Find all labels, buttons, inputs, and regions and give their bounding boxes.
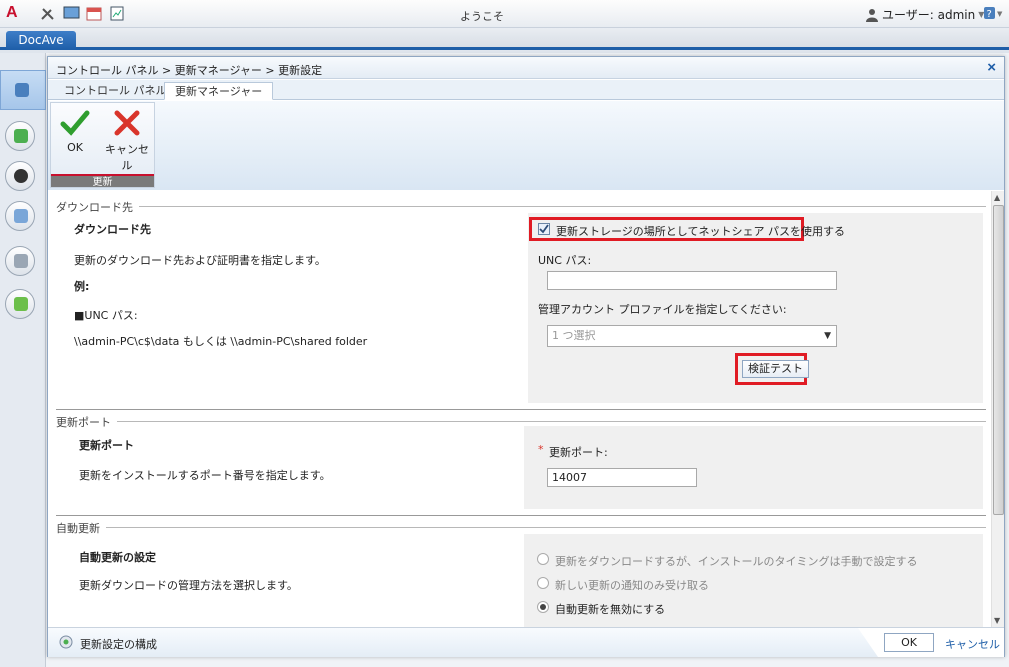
report-icon[interactable] [109,6,126,21]
account-profile-select[interactable]: 1 つ選択 ▼ [547,325,837,347]
auto-title: 自動更新の設定 [79,551,156,564]
ribbon-group-label: 更新 [51,174,154,188]
required-mark: * [538,443,544,456]
settings-content: ダウンロード先 ダウンロード先 更新のダウンロード先および証明書を指定します。 … [48,191,991,627]
help-icon[interactable]: ? ▼ [983,6,1003,20]
plus-icon [14,297,28,311]
toolbar-icons [40,6,126,21]
cancel-link[interactable]: キャンセル [945,636,1000,652]
section-auto-update: 自動更新 [56,515,986,536]
radio-disable-auto-label: 自動更新を無効にする [555,603,666,616]
download-description: 更新のダウンロード先および証明書を指定します。 [74,254,326,267]
footer-status-text: 更新設定の構成 [80,638,157,651]
app-tab-strip: DocAve [0,28,1009,50]
shield-icon [14,129,28,143]
nav-item-add[interactable] [5,289,35,319]
document-icon [14,254,28,268]
unc-example-path: \\admin-PC\c$\data もしくは \\admin-PC\share… [74,335,368,348]
port-title: 更新ポート [79,439,134,452]
chevron-down-icon: ▼ [824,331,831,341]
nav-item-users[interactable] [5,161,35,191]
port-input[interactable]: 14007 [547,468,697,487]
cross-icon [114,110,140,136]
left-nav [0,53,46,667]
use-share-checkbox[interactable] [538,223,550,235]
ribbon-tabs: コントロール パネル 更新マネージャー [48,80,1004,100]
download-title: ダウンロード先 [74,223,151,236]
tools-icon[interactable] [40,6,57,21]
ribbon-group-update: OK キャンセル 更新 [50,102,155,188]
user-icon [14,169,28,183]
cancel-ribbon-button[interactable]: キャンセル [101,107,153,172]
scrollbar-thumb[interactable] [993,205,1004,515]
top-bar: A ようこそ ユーザー: admin ▼ ? ▼ [0,0,1009,28]
section-port-title: 更新ポート [56,414,117,430]
user-icon [866,8,878,22]
close-icon[interactable]: × [987,59,996,76]
section-port: 更新ポート [56,409,986,430]
unc-example-bullet: ■UNC パス: [74,309,138,322]
calendar-icon[interactable] [86,6,103,21]
use-share-label: 更新ストレージの場所としてネットシェア パスを使用する [556,225,845,238]
nav-item-protection[interactable] [5,121,35,151]
svg-text:▼: ▼ [997,10,1003,18]
auto-description: 更新ダウンロードの管理方法を選択します。 [79,579,298,592]
avepoint-logo-icon: A [6,4,18,21]
port-label: 更新ポート: [549,446,608,459]
breadcrumb: コントロール パネル > 更新マネージャー > 更新設定 [56,64,323,77]
svg-text:?: ? [987,9,992,20]
ribbon: OK キャンセル 更新 [48,101,1004,190]
account-profile-value: 1 つ選択 [552,329,596,342]
radio-disable-auto[interactable] [537,601,549,613]
user-menu[interactable]: ユーザー: admin ▼ [865,6,984,23]
nav-item-control-panel[interactable] [0,70,46,110]
account-profile-label: 管理アカウント プロファイルを指定してください: [538,303,787,316]
cancel-ribbon-label: キャンセル [105,143,149,172]
dialog-title-bar: コントロール パネル > 更新マネージャー > 更新設定 × [48,57,1004,79]
scroll-up-icon[interactable]: ▲ [994,193,1000,202]
radio-download-manual-label: 更新をダウンロードするが、インストールのタイミングは手動で設定する [555,555,918,568]
port-description: 更新をインストールするポート番号を指定します。 [79,469,331,482]
vertical-scrollbar[interactable]: ▲ ▼ [991,191,1004,627]
checkmark-icon [60,110,90,136]
user-label: ユーザー: admin [882,8,976,22]
settings-icon [59,635,73,649]
example-label: 例: [74,280,90,293]
welcome-text: ようこそ [460,10,504,23]
radio-notify-only-label: 新しい更新の通知のみ受け取る [555,579,709,592]
dialog-footer: 更新設定の構成 OK キャンセル [48,627,1004,657]
test-button[interactable]: 検証テスト [742,360,809,378]
monitor-icon[interactable] [63,6,80,21]
radio-notify-only[interactable] [537,577,549,589]
nav-item-report[interactable] [5,246,35,276]
tab-update-manager[interactable]: 更新マネージャー [164,82,274,100]
check-icon [539,224,549,234]
footer-status-bar: 更新設定の構成 [48,628,878,657]
radio-download-manual[interactable] [537,553,549,565]
section-auto-title: 自動更新 [56,520,106,536]
update-settings-dialog: コントロール パネル > 更新マネージャー > 更新設定 × コントロール パネ… [47,56,1005,657]
unc-path-input[interactable] [547,271,837,290]
section-download-title: ダウンロード先 [56,199,139,215]
ok-ribbon-button[interactable]: OK [51,107,99,165]
search-icon [14,209,28,223]
control-panel-icon [15,83,29,97]
tab-control-panel[interactable]: コントロール パネル [54,82,177,100]
section-download: ダウンロード先 [56,199,986,215]
ok-button[interactable]: OK [884,633,934,652]
tab-docave[interactable]: DocAve [6,31,76,50]
nav-item-search[interactable] [5,201,35,231]
unc-path-label: UNC パス: [538,254,592,267]
scroll-down-icon[interactable]: ▼ [994,616,1000,625]
ok-ribbon-label: OK [67,141,83,154]
